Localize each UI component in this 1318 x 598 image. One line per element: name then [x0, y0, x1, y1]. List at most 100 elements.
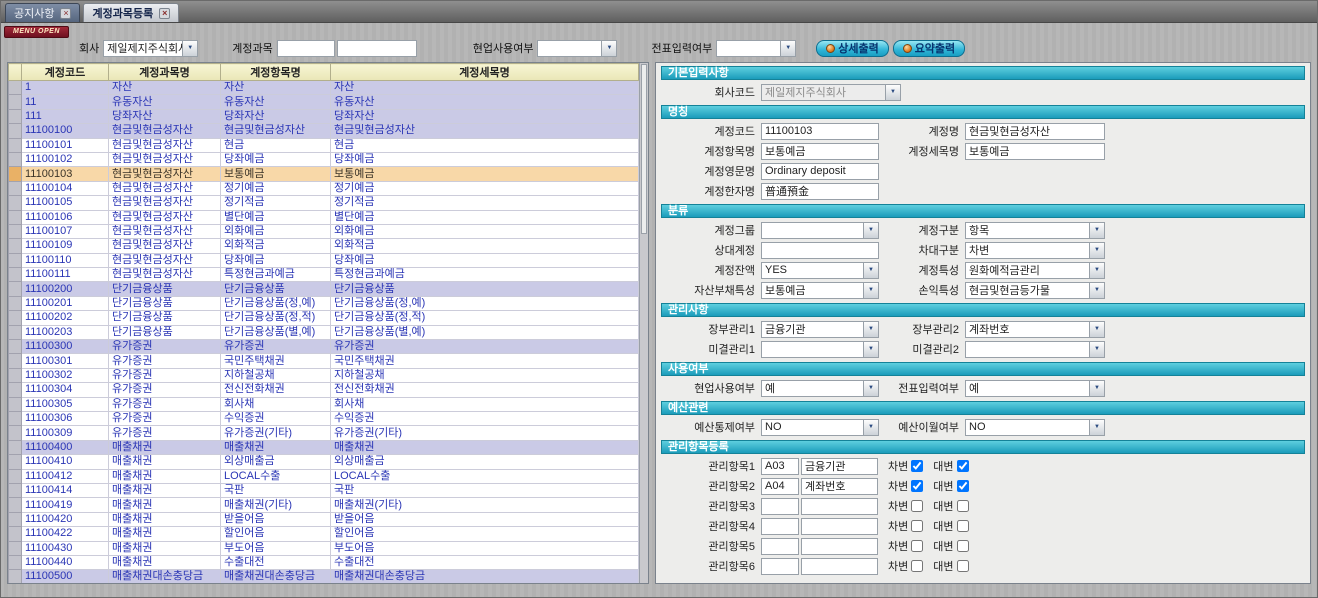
grid-cell[interactable]: 현금및현금성자산 — [109, 210, 221, 224]
summary-print-button[interactable]: 요약출력 — [893, 40, 965, 57]
row-select-indicator[interactable] — [9, 440, 22, 454]
grid-row[interactable]: 11유동자산유동자산유동자산 — [9, 95, 639, 109]
grid-cell[interactable]: 현금및현금성자산 — [221, 124, 331, 138]
grid-cell[interactable]: 국민주택채권 — [221, 354, 331, 368]
row-select-indicator[interactable] — [9, 224, 22, 238]
grid-cell[interactable]: 매출채권대손충당금 — [109, 570, 221, 584]
grid-row[interactable]: 11100306유가증권수익증권수익증권 — [9, 411, 639, 425]
grid-cell[interactable]: 11100300 — [22, 340, 109, 354]
grid-row[interactable]: 11100419매출채권매출채권(기타)매출채권(기타) — [9, 498, 639, 512]
grid-cell[interactable]: 매출채권 — [109, 483, 221, 497]
grid-cell[interactable]: 자산 — [109, 81, 221, 95]
row-select-indicator[interactable] — [9, 296, 22, 310]
grid-cell[interactable]: LOCAL수출 — [331, 469, 639, 483]
eng-name-input[interactable] — [761, 163, 879, 180]
grid-cell[interactable]: LOCAL수출 — [221, 469, 331, 483]
grid-cell[interactable]: 자산 — [221, 81, 331, 95]
credit-checkbox[interactable] — [957, 480, 969, 492]
budget-control-select[interactable]: NO ▼ — [761, 419, 879, 436]
grid-cell[interactable]: 받을어음 — [221, 512, 331, 526]
book-mgmt1-select[interactable]: 금융기관 ▼ — [761, 321, 879, 338]
grid-row[interactable]: 11100100현금및현금성자산현금및현금성자산현금및현금성자산 — [9, 124, 639, 138]
grid-cell[interactable]: 11100500 — [22, 570, 109, 584]
mgmt-item-name-input[interactable] — [801, 498, 878, 515]
item-name-input[interactable] — [761, 143, 879, 160]
row-select-indicator[interactable] — [9, 541, 22, 555]
mgmt-item-name-input[interactable] — [801, 538, 878, 555]
grid-cell[interactable]: 매출채권 — [109, 498, 221, 512]
company-filter-select[interactable]: 제일제지주식회사 ▼ — [103, 40, 198, 57]
grid-cell[interactable]: 유가증권 — [109, 340, 221, 354]
grid-cell[interactable]: 11100304 — [22, 383, 109, 397]
row-select-indicator[interactable] — [9, 455, 22, 469]
tab-notice[interactable]: 공지사항 × — [5, 3, 80, 22]
row-select-indicator[interactable] — [9, 124, 22, 138]
grid-cell[interactable]: 단기금융상품 — [109, 282, 221, 296]
detail-print-button[interactable]: 상세출력 — [816, 40, 888, 57]
row-select-indicator[interactable] — [9, 239, 22, 253]
grid-cell[interactable]: 11100111 — [22, 268, 109, 282]
row-select-indicator[interactable] — [9, 311, 22, 325]
grid-cell[interactable]: 외상매출금 — [331, 455, 639, 469]
row-select-indicator[interactable] — [9, 282, 22, 296]
grid-row[interactable]: 11100103현금및현금성자산보통예금보통예금 — [9, 167, 639, 181]
grid-cell[interactable]: 현금및현금성자산 — [109, 124, 221, 138]
grid-cell[interactable]: 정기적금 — [331, 196, 639, 210]
account-group-select[interactable]: ▼ — [761, 222, 879, 239]
grid-cell[interactable]: 수익증권 — [221, 411, 331, 425]
grid-cell[interactable]: 유동자산 — [109, 95, 221, 109]
grid-cell[interactable]: 11100400 — [22, 440, 109, 454]
open-mgmt1-select[interactable]: ▼ — [761, 341, 879, 358]
grid-cell[interactable]: 현금및현금성자산 — [109, 167, 221, 181]
account-name-input[interactable] — [965, 123, 1105, 140]
mgmt-item-code-input[interactable] — [761, 518, 799, 535]
grid-cell[interactable]: 매출채권 — [109, 440, 221, 454]
grid-row[interactable]: 11100422매출채권할인어음할인어음 — [9, 527, 639, 541]
grid-cell[interactable]: 유가증권 — [109, 354, 221, 368]
grid-cell[interactable]: 전신전화채권 — [221, 383, 331, 397]
mgmt-item-name-input[interactable] — [801, 518, 878, 535]
grid-cell[interactable]: 당좌자산 — [331, 109, 639, 123]
grid-cell[interactable]: 현금및현금성자산 — [109, 239, 221, 253]
row-select-indicator[interactable] — [9, 181, 22, 195]
grid-row[interactable]: 11100300유가증권유가증권유가증권 — [9, 340, 639, 354]
row-select-indicator[interactable] — [9, 527, 22, 541]
grid-cell[interactable]: 현금및현금성자산 — [109, 152, 221, 166]
grid-cell[interactable]: 특정현금과예금 — [221, 268, 331, 282]
grid-cell[interactable]: 11100410 — [22, 455, 109, 469]
grid-cell[interactable]: 단기금융상품(정,예) — [331, 296, 639, 310]
open-mgmt2-select[interactable]: ▼ — [965, 341, 1105, 358]
grid-cell[interactable]: 유동자산 — [221, 95, 331, 109]
grid-cell[interactable]: 11100104 — [22, 181, 109, 195]
grid-cell[interactable]: 11100412 — [22, 469, 109, 483]
grid-cell[interactable]: 매출채권대손충당금 — [331, 570, 639, 584]
grid-cell[interactable]: 유가증권(기타) — [221, 426, 331, 440]
grid-row[interactable]: 11100101현금및현금성자산현금현금 — [9, 138, 639, 152]
mgmt-item-code-input[interactable] — [761, 478, 799, 495]
grid-cell[interactable]: 할인어음 — [331, 527, 639, 541]
grid-cell[interactable]: 유가증권 — [221, 340, 331, 354]
debit-credit-division-select[interactable]: 차변 ▼ — [965, 242, 1105, 259]
grid-cell[interactable]: 11100309 — [22, 426, 109, 440]
grid-cell[interactable]: 특정현금과예금 — [331, 268, 639, 282]
grid-cell[interactable]: 11100302 — [22, 368, 109, 382]
debit-checkbox[interactable] — [911, 500, 923, 512]
grid-cell[interactable]: 11100440 — [22, 555, 109, 569]
mgmt-item-name-input[interactable] — [801, 458, 878, 475]
field-use-filter-select[interactable]: ▼ — [537, 40, 617, 57]
grid-row[interactable]: 11100200단기금융상품단기금융상품단기금융상품 — [9, 282, 639, 296]
grid-cell[interactable]: 회사채 — [331, 397, 639, 411]
grid-cell[interactable]: 11100100 — [22, 124, 109, 138]
grid-cell[interactable]: 1 — [22, 81, 109, 95]
grid-cell[interactable]: 당좌예금 — [331, 152, 639, 166]
credit-checkbox[interactable] — [957, 560, 969, 572]
grid-cell[interactable]: 유가증권 — [109, 411, 221, 425]
grid-cell[interactable]: 매출채권 — [221, 440, 331, 454]
mgmt-item-name-input[interactable] — [801, 558, 878, 575]
grid-cell[interactable]: 11100420 — [22, 512, 109, 526]
grid-row[interactable]: 11100412매출채권LOCAL수출LOCAL수출 — [9, 469, 639, 483]
grid-cell[interactable]: 11100103 — [22, 167, 109, 181]
account-trait-select[interactable]: 원화예적금관리 ▼ — [965, 262, 1105, 279]
grid-cell[interactable]: 단기금융상품 — [221, 282, 331, 296]
grid-cell[interactable]: 당좌자산 — [221, 109, 331, 123]
